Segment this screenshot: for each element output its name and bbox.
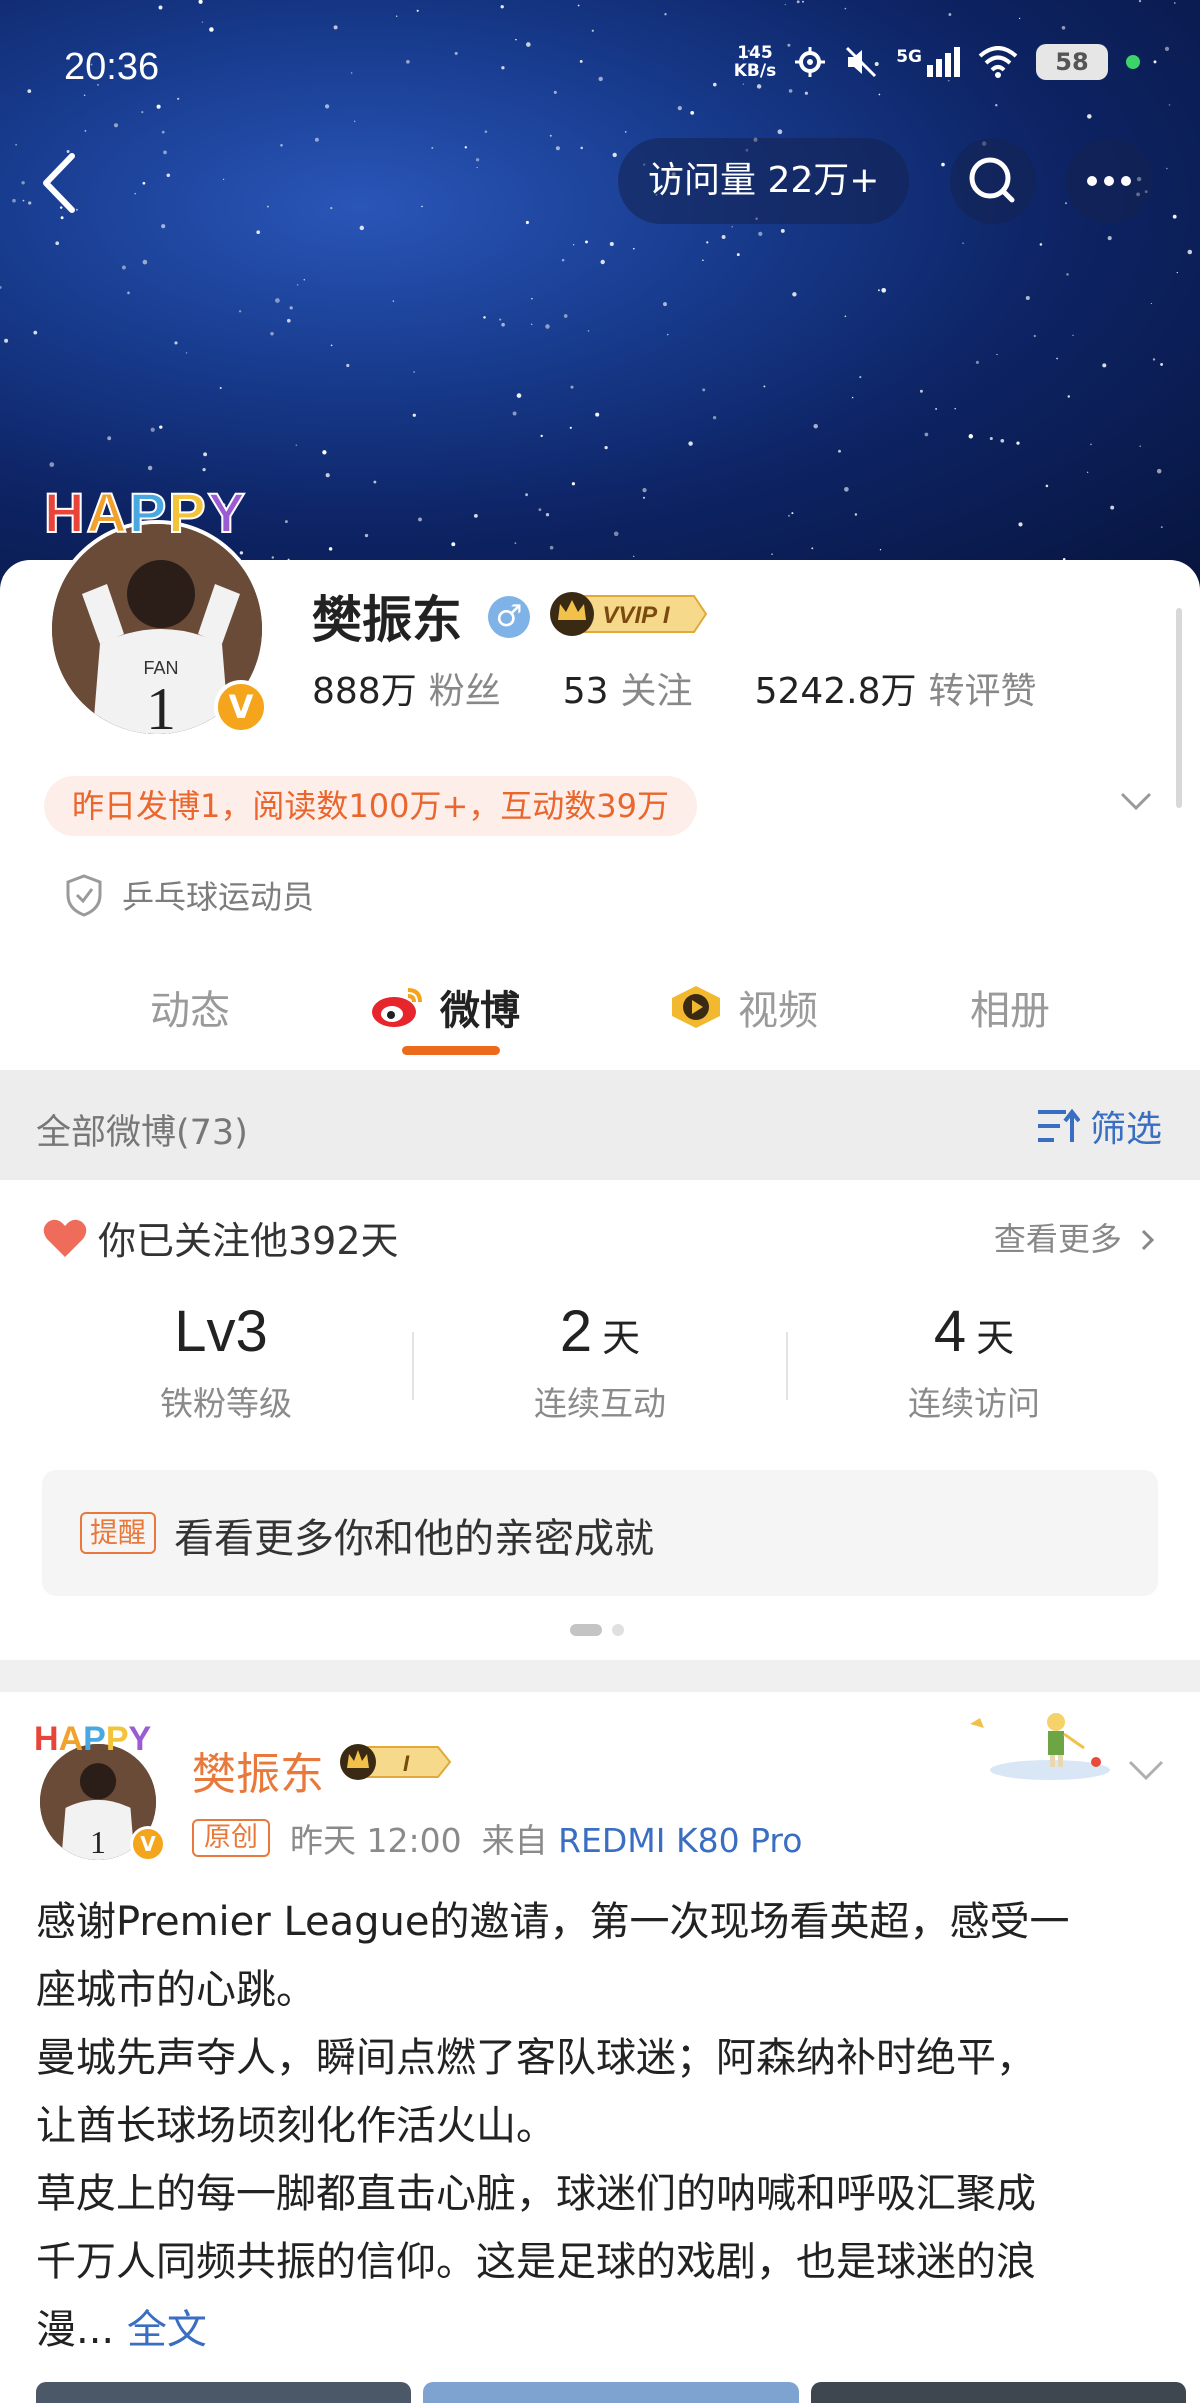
filter-button[interactable]: 筛选 <box>1036 1100 1162 1152</box>
metric-consecutive-interaction[interactable]: 2天 连续互动 <box>414 1298 786 1425</box>
verified-badge: V <box>214 680 268 734</box>
verification-info: 乒乓球运动员 <box>64 872 314 918</box>
stat-following[interactable]: 53 关注 <box>563 662 693 714</box>
happy-pendant: HAPPY <box>43 480 247 545</box>
status-bar: 20:36 145 KB/s 5G 58 <box>0 40 1200 100</box>
verification-text: 乒乓球运动员 <box>122 878 315 916</box>
video-icon <box>672 986 720 1028</box>
profile-tabs: 动态 微博 视频 相册 <box>0 960 1200 1070</box>
carousel-pager <box>570 1624 624 1636</box>
reminder-text: 看看更多你和他的亲密成就 <box>174 1516 654 1562</box>
post-image[interactable] <box>810 2382 1186 2403</box>
profile-stats: 888万 粉丝 53 关注 5242.8万 转评赞 <box>312 662 1037 714</box>
gender-male-icon: ♂ <box>488 596 530 638</box>
original-tag: 原创 <box>192 1819 270 1857</box>
vip-crown-badge[interactable]: I <box>338 1742 454 1782</box>
tab-album[interactable]: 相册 <box>970 978 1050 1036</box>
status-time: 20:36 <box>64 46 160 88</box>
search-icon <box>969 157 1015 203</box>
weibo-icon <box>372 988 422 1027</box>
visit-count-pill[interactable]: 访问量 22万+ <box>618 138 910 224</box>
filter-bar: 全部微博(73) 筛选 <box>0 1070 1200 1180</box>
post-content[interactable]: 感谢Premier League的邀请，第一次现场看英超，感受一 座城市的心跳。… <box>36 1888 1176 2364</box>
fan-relationship-card: 你已关注他392天 查看更多 Lv3 铁粉等级 2天 连续互动 4天 连续访问 … <box>0 1180 1200 1660</box>
verified-badge: V <box>130 1826 166 1862</box>
mute-icon <box>846 46 877 78</box>
back-arrow-icon[interactable] <box>36 148 86 218</box>
happy-pendant: HAPPY <box>34 1720 152 1758</box>
reminder-tag: 提醒 <box>80 1512 157 1554</box>
profile-name: 樊振东 <box>312 591 462 649</box>
tab-weibo[interactable]: 微博 <box>370 978 520 1036</box>
active-tab-indicator <box>402 1046 500 1055</box>
heart-icon <box>43 1219 87 1257</box>
tab-dynamic[interactable]: 动态 <box>150 978 230 1036</box>
vip-label: VVIP I <box>602 602 670 629</box>
metric-fan-level[interactable]: Lv3 铁粉等级 <box>40 1298 412 1425</box>
post-avatar-group[interactable]: 1 HAPPY V <box>34 1720 174 1862</box>
wifi-icon <box>978 46 1018 78</box>
cellular-signal-icon: 5G <box>896 47 960 77</box>
chevron-down-icon[interactable] <box>1116 786 1156 814</box>
scrollbar[interactable] <box>1176 608 1182 808</box>
post-image-grid <box>36 2382 1186 2403</box>
privacy-dot <box>1126 55 1140 69</box>
chevron-right-icon <box>1141 1229 1155 1251</box>
net-speed: 145 KB/s <box>733 43 777 81</box>
post-image[interactable] <box>423 2382 799 2403</box>
svg-text:1: 1 <box>90 1825 106 1860</box>
search-button[interactable] <box>950 138 1036 224</box>
daily-summary-pill[interactable]: 昨日发博1，阅读数100万+，互动数39万 <box>44 776 697 836</box>
svg-text:FAN: FAN <box>143 658 178 678</box>
svg-text:I: I <box>403 1751 410 1776</box>
pager-dot <box>612 1624 624 1636</box>
battery-indicator: 58 <box>1036 44 1108 80</box>
post-source: 来自 REDMI K80 Pro <box>481 1821 803 1860</box>
filter-sort-icon <box>1037 1108 1080 1142</box>
all-posts-count: 全部微博(73) <box>36 1113 248 1153</box>
stat-followers[interactable]: 888万 粉丝 <box>312 662 501 714</box>
pager-dot-active <box>570 1624 602 1636</box>
shield-icon <box>66 874 102 917</box>
profile-avatar-group[interactable]: FAN 1 HAPPY V <box>43 480 274 738</box>
more-dots-icon <box>1087 176 1131 186</box>
stat-interactions[interactable]: 5242.8万 转评赞 <box>755 662 1037 714</box>
post-meta: 原创 昨天 12:00 来自 REDMI K80 Pro <box>192 1814 802 1862</box>
svg-text:1: 1 <box>146 676 176 738</box>
location-icon <box>795 47 826 77</box>
more-button[interactable] <box>1066 138 1152 224</box>
status-icons: 145 KB/s 5G 58 <box>734 44 1140 80</box>
post-time: 昨天 12:00 <box>290 1821 462 1860</box>
tab-video[interactable]: 视频 <box>668 978 818 1036</box>
full-text-link[interactable]: 全文 <box>127 2307 207 2353</box>
chevron-down-icon[interactable] <box>1124 1754 1168 1784</box>
post-author-name[interactable]: 樊振东 <box>192 1738 324 1802</box>
achievement-reminder[interactable]: 提醒 看看更多你和他的亲密成就 <box>42 1470 1158 1596</box>
vvip-badge[interactable]: VVIP I <box>546 590 708 638</box>
follow-duration: 你已关注他392天 <box>42 1210 399 1265</box>
section-separator <box>0 1660 1200 1692</box>
little-prince-decoration <box>970 1713 1110 1780</box>
metric-consecutive-visits[interactable]: 4天 连续访问 <box>788 1298 1160 1425</box>
weibo-post[interactable]: 1 HAPPY V 樊振东 I 原创 昨天 12:00 来自 REDMI K80… <box>0 1692 1200 2403</box>
see-more-link[interactable]: 查看更多 <box>994 1214 1158 1260</box>
post-image[interactable] <box>36 2382 412 2403</box>
